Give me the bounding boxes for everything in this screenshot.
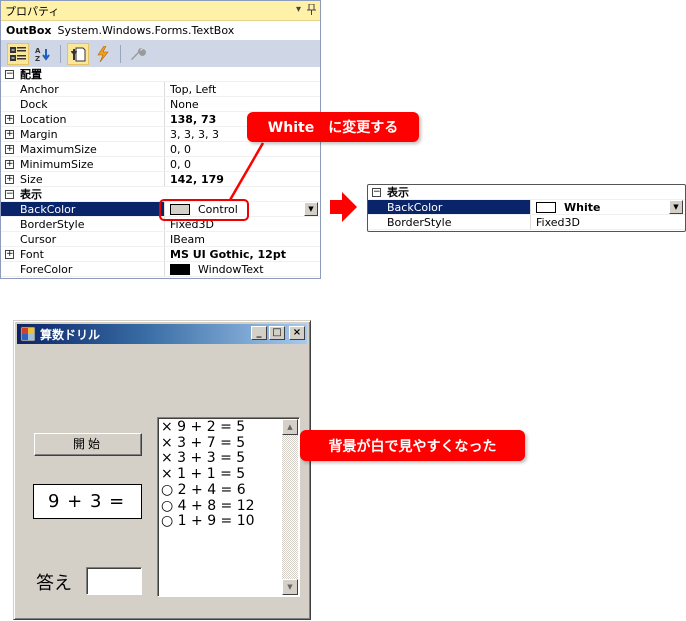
callout-background-white: 背景が白で見やすくなった — [300, 430, 525, 461]
properties-snippet: − 表示 BackColor White ▼ BorderStyle Fixed3D — [367, 184, 686, 232]
app-icon — [20, 326, 36, 342]
window-title: 算数ドリル — [40, 327, 101, 342]
property-row-borderstyle[interactable]: BorderStyle Fixed3D — [368, 215, 685, 230]
math-drill-window: 算数ドリル _ □ × 開始 9 + 3 = 答え × 9 + 2 = 5 × … — [13, 320, 311, 620]
history-item: × 3 + 7 = 5 — [161, 434, 246, 451]
minimize-button[interactable]: _ — [251, 326, 267, 340]
callout-text: White に変更する — [267, 120, 399, 136]
window-title-bar[interactable]: 算数ドリル _ □ × — [17, 324, 307, 344]
maximize-button[interactable]: □ — [269, 326, 285, 340]
category-appearance[interactable]: − 表示 — [368, 185, 685, 200]
history-item: ○ 1 + 9 = 10 — [161, 513, 255, 530]
callout-pointer-top — [228, 142, 265, 201]
property-name: BackColor — [368, 200, 531, 214]
history-list: × 9 + 2 = 5 × 3 + 7 = 5 × 3 + 3 = 5 × 1 … — [158, 418, 299, 530]
category-label: 表示 — [387, 186, 409, 199]
history-item: × 3 + 3 = 5 — [161, 450, 246, 467]
property-row-backcolor[interactable]: BackColor White ▼ — [368, 200, 685, 215]
answer-label: 答え — [36, 573, 72, 594]
callout-text: 背景が白で見やすくなった — [328, 438, 497, 455]
history-item: × 1 + 1 = 5 — [161, 466, 246, 483]
vertical-scrollbar[interactable]: ▲ ▼ — [282, 419, 298, 595]
history-output-box[interactable]: × 9 + 2 = 5 × 3 + 7 = 5 × 3 + 3 = 5 × 1 … — [157, 417, 300, 597]
property-value[interactable]: Fixed3D — [531, 215, 685, 229]
history-item: × 9 + 2 = 5 — [161, 419, 246, 435]
scroll-down-icon[interactable]: ▼ — [282, 579, 298, 595]
question-display: 9 + 3 = — [33, 484, 142, 519]
answer-input[interactable] — [86, 567, 142, 595]
color-swatch — [536, 202, 556, 213]
property-name: BorderStyle — [368, 215, 531, 229]
history-item: ○ 2 + 4 = 6 — [161, 481, 246, 498]
start-button[interactable]: 開始 — [34, 433, 142, 456]
property-value[interactable]: White — [564, 201, 600, 214]
arrow-right-icon — [330, 192, 357, 222]
close-button[interactable]: × — [289, 326, 305, 340]
scroll-up-icon[interactable]: ▲ — [282, 419, 298, 435]
history-item: ○ 4 + 8 = 12 — [161, 497, 255, 514]
callout-change-to-white: White に変更する — [247, 112, 419, 142]
collapse-icon[interactable]: − — [372, 188, 381, 197]
dropdown-arrow-icon[interactable]: ▼ — [669, 200, 683, 214]
